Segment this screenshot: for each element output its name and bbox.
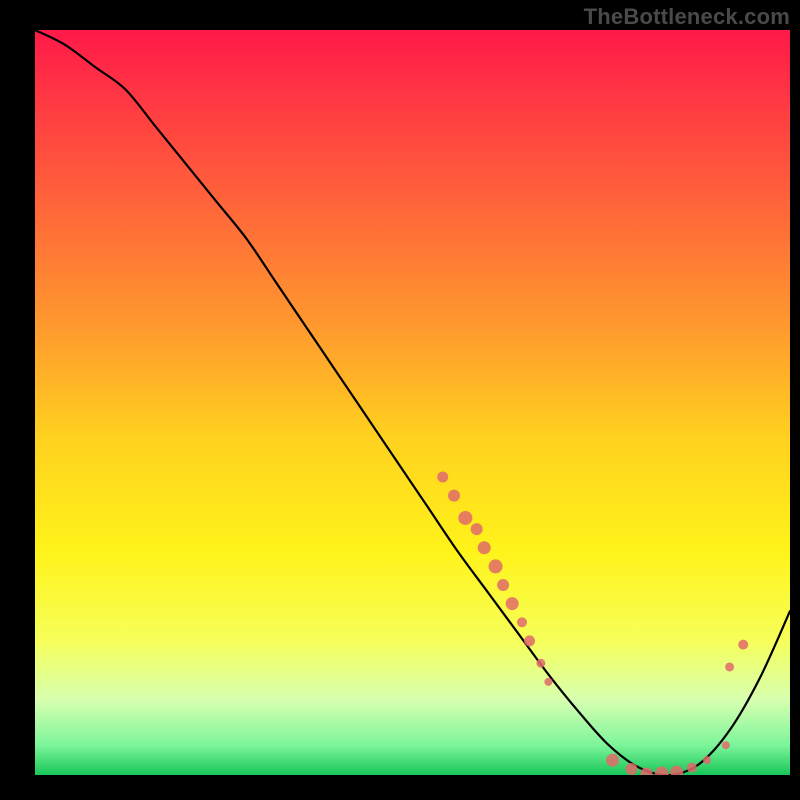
data-marker xyxy=(497,579,509,591)
data-marker xyxy=(448,490,460,502)
data-marker xyxy=(517,617,527,627)
data-marker xyxy=(536,659,545,668)
data-marker xyxy=(478,541,491,554)
data-marker xyxy=(489,559,503,573)
data-marker xyxy=(471,523,483,535)
bottleneck-chart xyxy=(0,0,800,800)
data-marker xyxy=(738,640,748,650)
data-marker xyxy=(670,766,683,779)
data-marker xyxy=(544,678,552,686)
data-marker xyxy=(437,472,448,483)
data-marker xyxy=(506,597,519,610)
watermark-text: TheBottleneck.com xyxy=(584,4,790,30)
chart-stage: TheBottleneck.com xyxy=(0,0,800,800)
data-marker xyxy=(687,763,697,773)
data-marker xyxy=(722,741,730,749)
data-marker xyxy=(641,768,653,780)
data-marker xyxy=(606,754,619,767)
data-marker xyxy=(703,756,711,764)
data-marker xyxy=(458,511,472,525)
data-marker xyxy=(524,635,535,646)
data-marker xyxy=(655,767,669,781)
data-marker xyxy=(725,662,734,671)
data-marker xyxy=(625,763,637,775)
plot-background xyxy=(35,30,790,775)
